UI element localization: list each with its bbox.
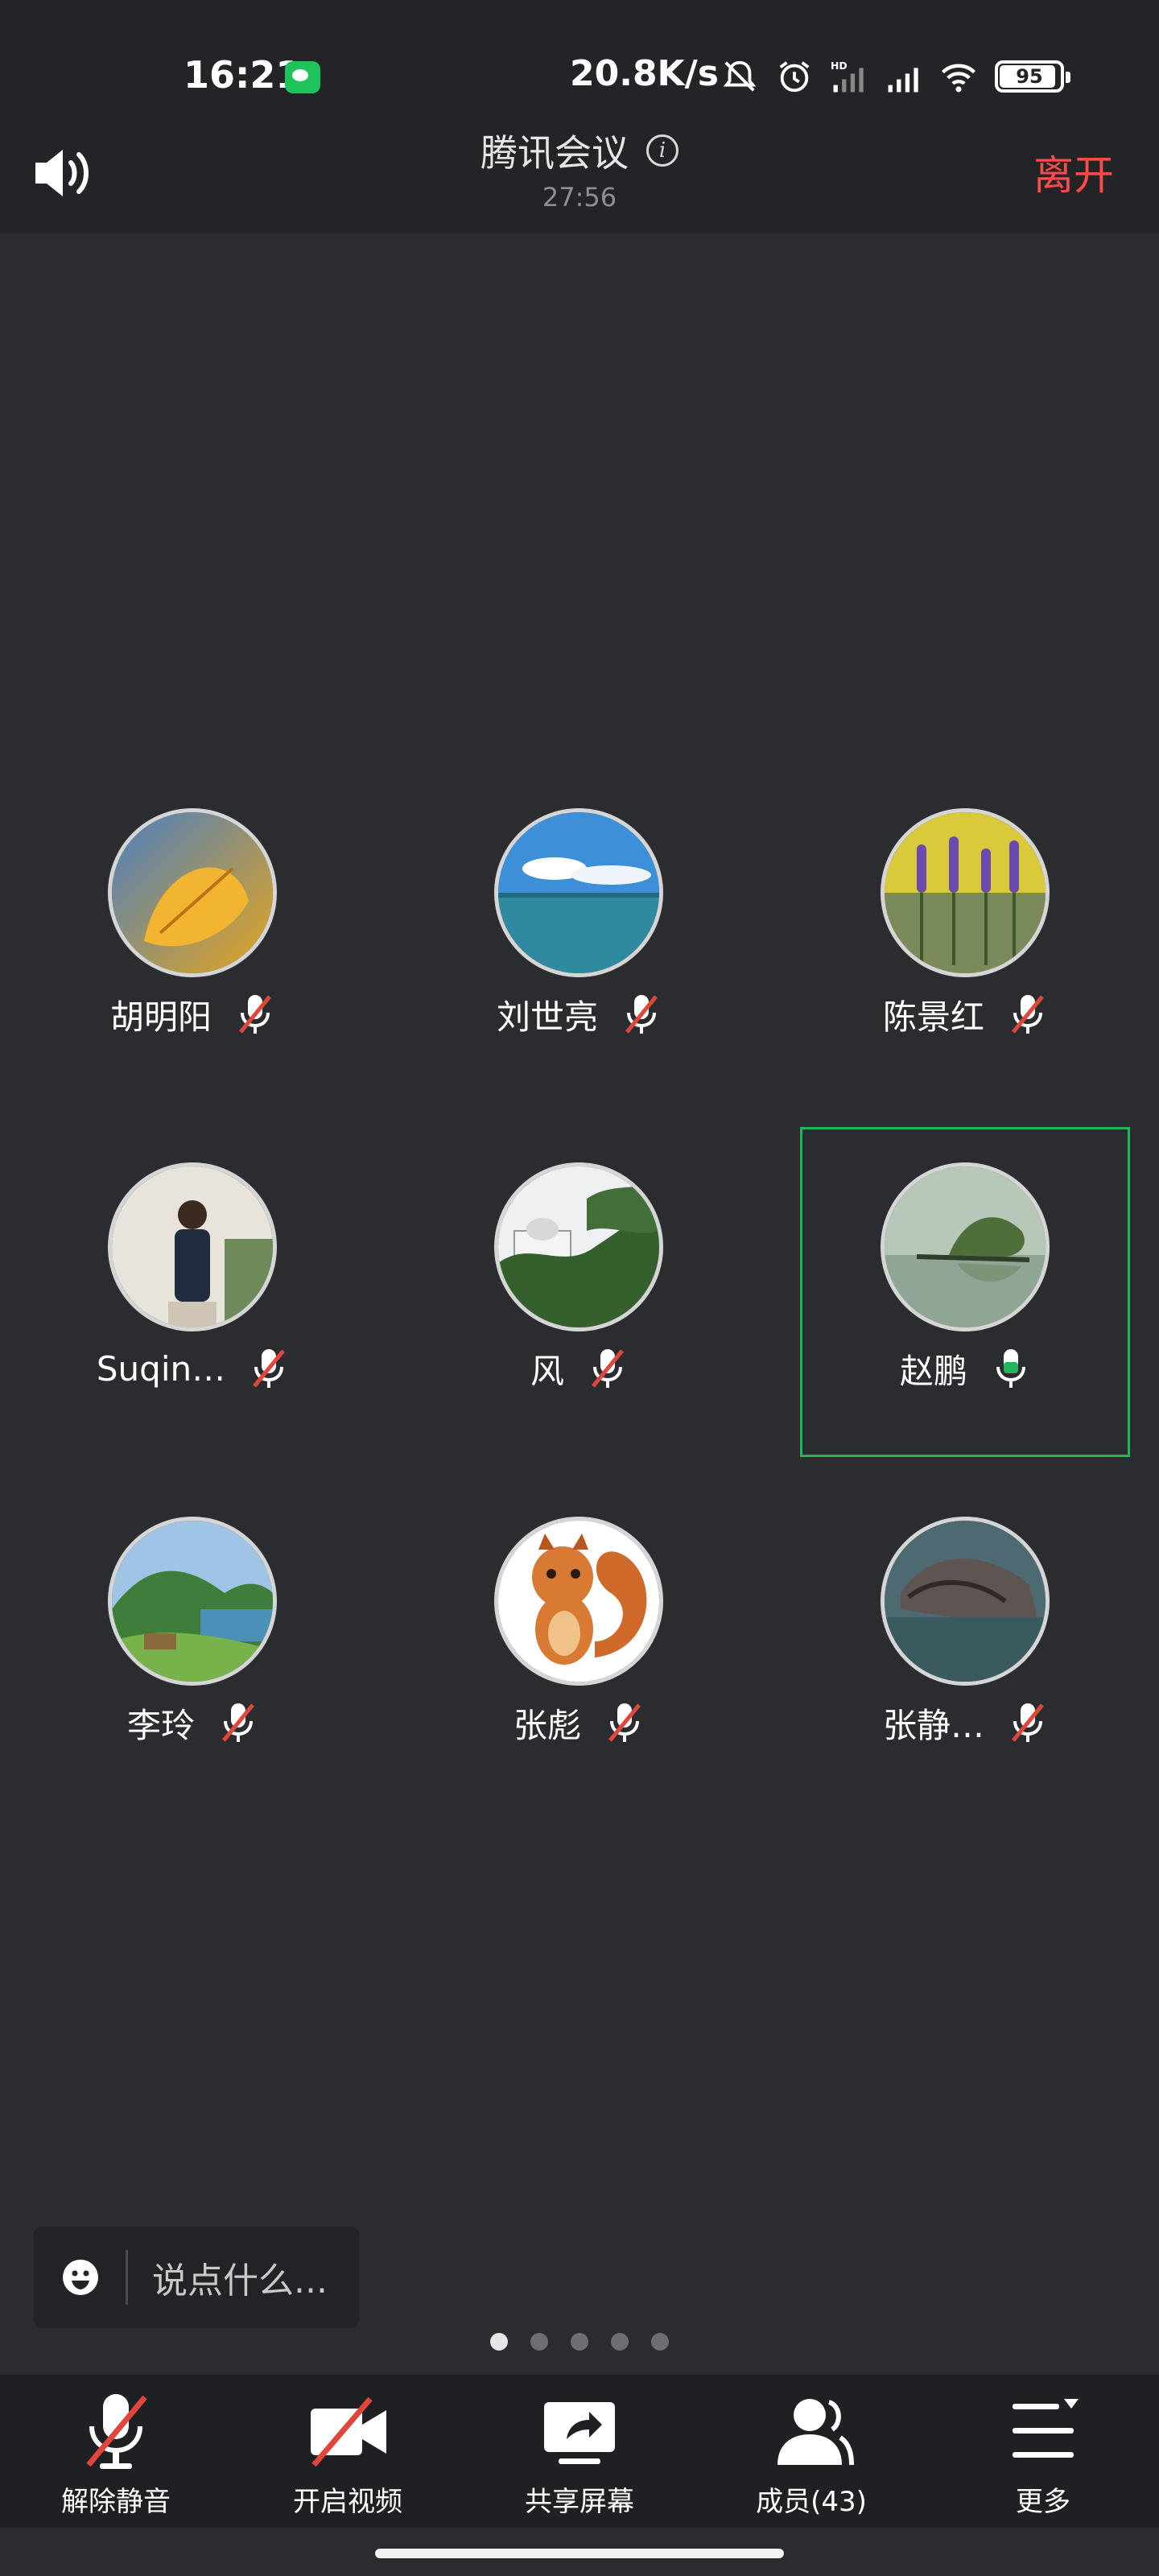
- mic-muted-icon: [253, 1349, 286, 1388]
- signal-icon: [888, 68, 918, 93]
- status-bar: 16:21 20.8K/s HD 95: [0, 0, 1159, 113]
- leave-button[interactable]: 离开: [1033, 143, 1114, 201]
- status-icons: HD 95: [721, 56, 1070, 97]
- participant-tile[interactable]: 刘世亮: [414, 789, 744, 1119]
- meeting-title-row: 腾讯会议 i: [0, 124, 1159, 177]
- unmute-label: 解除静音: [61, 2486, 171, 2518]
- more-label: 更多: [1016, 2486, 1070, 2518]
- participant-name: 陈景红: [882, 997, 984, 1037]
- participant-tile[interactable]: 陈景红: [800, 789, 1130, 1119]
- participant-name-row: 李玲: [27, 1699, 357, 1747]
- meeting-duration: 27:56: [542, 182, 617, 213]
- avatar: [881, 1517, 1050, 1686]
- bell-muted-icon: [723, 60, 757, 92]
- more-menu-icon: [1013, 2399, 1079, 2458]
- meeting-screen: 16:21 20.8K/s HD 95 腾讯会议 i 27:56 离开 胡明阳 …: [0, 0, 1159, 2576]
- bottom-toolbar: 解除静音 开启视频 共享屏幕 成员(43) 更多: [0, 2375, 1159, 2528]
- chat-placeholder: 说点什么...: [152, 2260, 328, 2301]
- mic-muted-icon: [592, 1349, 624, 1388]
- battery-level: 95: [1016, 65, 1043, 88]
- avatar: [494, 1517, 663, 1686]
- avatar: [494, 1162, 663, 1331]
- share-screen-button[interactable]: 共享屏幕: [464, 2375, 695, 2528]
- participant-name-row: 赵鹏: [802, 1344, 1128, 1393]
- members-icon: [777, 2399, 854, 2466]
- participant-tile[interactable]: 胡明阳: [27, 789, 357, 1119]
- page-dot[interactable]: [611, 2333, 629, 2351]
- participant-tile[interactable]: 张静…: [800, 1497, 1130, 1827]
- chat-input[interactable]: 说点什么...: [34, 2227, 359, 2328]
- page-dot[interactable]: [651, 2333, 669, 2351]
- members-button[interactable]: 成员(43): [695, 2375, 927, 2528]
- network-speed: 20.8K/s: [570, 53, 719, 94]
- wechat-notification-icon: [285, 61, 320, 93]
- home-indicator[interactable]: [375, 2549, 784, 2558]
- unmute-button[interactable]: 解除静音: [0, 2375, 232, 2528]
- participant-name-row: 刘世亮: [414, 990, 744, 1038]
- participant-name-row: 张彪: [414, 1699, 744, 1747]
- participant-name-row: Suqin…: [27, 1344, 357, 1393]
- more-button[interactable]: 更多: [927, 2375, 1159, 2528]
- mic-muted-icon: [222, 1703, 254, 1742]
- participant-name-row: 张静…: [800, 1699, 1130, 1747]
- alarm-icon: [779, 61, 810, 93]
- avatar: [881, 808, 1050, 977]
- mic-muted-icon: [86, 2394, 147, 2469]
- avatar: [108, 808, 277, 977]
- start-video-label: 开启视频: [293, 2486, 402, 2518]
- video-off-icon: [311, 2396, 386, 2467]
- participant-tile[interactable]: 张彪: [414, 1497, 744, 1827]
- avatar: [108, 1162, 277, 1331]
- share-screen-label: 共享屏幕: [525, 2486, 634, 2518]
- avatar: [494, 808, 663, 977]
- emoji-icon[interactable]: [61, 2258, 100, 2297]
- participant-name: 张静…: [882, 1705, 984, 1745]
- participant-tile[interactable]: 李玲: [27, 1497, 357, 1827]
- mic-muted-icon: [1012, 1703, 1044, 1742]
- wifi-icon: [941, 64, 976, 93]
- info-icon[interactable]: i: [646, 134, 678, 167]
- participant-tile-active-speaker[interactable]: 赵鹏: [800, 1127, 1130, 1457]
- avatar: [881, 1162, 1050, 1331]
- share-screen-icon: [544, 2402, 615, 2464]
- participant-name: 风: [530, 1351, 564, 1391]
- page-indicator: [0, 2333, 1159, 2351]
- meeting-title: 腾讯会议: [481, 131, 629, 175]
- participant-tile[interactable]: 风: [414, 1143, 744, 1473]
- hd-signal-icon: HD: [831, 60, 864, 93]
- mic-active-icon: [996, 1349, 1025, 1388]
- participant-name: 李玲: [126, 1705, 195, 1745]
- status-time: 16:21: [184, 53, 302, 97]
- participant-name-row: 胡明阳: [27, 990, 357, 1038]
- battery-icon: 95: [995, 60, 1070, 93]
- participant-name-row: 陈景红: [800, 990, 1130, 1038]
- participant-name: 张彪: [513, 1705, 581, 1745]
- meeting-header: 腾讯会议 i 27:56 离开: [0, 113, 1159, 233]
- mic-muted-icon: [608, 1703, 641, 1742]
- participant-name: 胡明阳: [109, 997, 212, 1037]
- participant-name: 刘世亮: [496, 997, 598, 1037]
- participant-name: 赵鹏: [899, 1351, 967, 1391]
- page-dot[interactable]: [571, 2333, 588, 2351]
- page-dot[interactable]: [490, 2333, 508, 2351]
- start-video-button[interactable]: 开启视频: [232, 2375, 464, 2528]
- participant-name-row: 风: [414, 1344, 744, 1393]
- mic-muted-icon: [1012, 995, 1044, 1034]
- participant-tile[interactable]: Suqin…: [27, 1143, 357, 1473]
- page-dot[interactable]: [530, 2333, 548, 2351]
- avatar: [108, 1517, 277, 1686]
- participant-name: Suqin…: [96, 1348, 226, 1389]
- mic-muted-icon: [239, 995, 271, 1034]
- members-label: 成员(43): [756, 2486, 867, 2518]
- svg-text:HD: HD: [831, 60, 848, 72]
- chat-divider: [126, 2250, 128, 2305]
- mic-muted-icon: [625, 995, 658, 1034]
